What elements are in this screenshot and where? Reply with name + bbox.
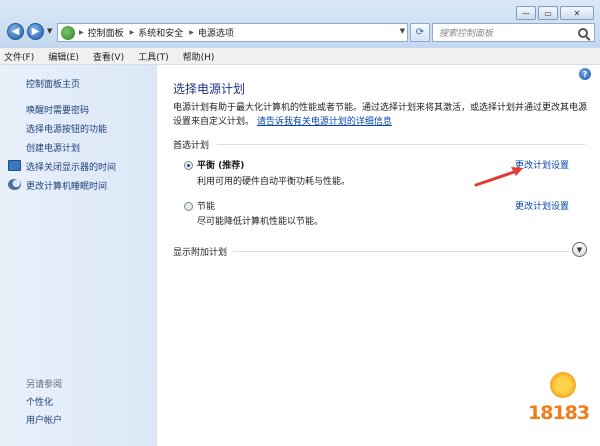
learn-more-link[interactable]: 请告诉我有关电源计划的详细信息 xyxy=(257,117,392,127)
minimize-button[interactable]: — xyxy=(516,6,536,20)
annotation-arrow xyxy=(474,167,523,187)
sidebar-link-display-off[interactable]: 选择关闭显示器的时间 xyxy=(26,160,116,173)
plan-power-saver-settings-link[interactable]: 更改计划设置 xyxy=(515,199,569,212)
plan-balanced-desc: 利用可用的硬件自动平衡功耗与性能。 xyxy=(197,177,351,187)
maximize-button[interactable]: ▭ xyxy=(538,6,558,20)
breadcrumb-system-security[interactable]: 系统和安全 xyxy=(138,26,183,39)
sidebar: 控制面板主页 唤醒时需要密码 选择电源按钮的功能 创建电源计划 选择关闭显示器的… xyxy=(0,65,157,446)
control-panel-icon xyxy=(61,25,75,40)
help-icon[interactable]: ? xyxy=(579,68,591,80)
watermark-logo: 18183 xyxy=(528,372,594,440)
recent-pages-dropdown[interactable]: ▼ xyxy=(47,27,52,35)
page-title: 选择电源计划 xyxy=(173,82,246,96)
menu-file[interactable]: 文件(F) xyxy=(4,50,34,63)
back-button[interactable]: ◀ xyxy=(7,23,24,40)
refresh-button[interactable]: ⟳ xyxy=(410,23,430,42)
window-chrome: — ▭ ✕ ◀ ▶ ▼ ▶ 控制面板 ▶ 系统和安全 ▶ 电源选项 ▼ ⟳ 搜索… xyxy=(0,0,600,48)
watermark-text: 18183 xyxy=(528,402,590,424)
plan-power-saver-radio[interactable] xyxy=(184,202,193,211)
intro-text: 电源计划有助于最大化计算机的性能或者节能。通过选择计划来将其激活，或选择计划并通… xyxy=(173,101,587,129)
menu-help[interactable]: 帮助(H) xyxy=(183,50,215,63)
see-also-heading: 另请参阅 xyxy=(26,380,63,390)
section-divider xyxy=(217,144,585,145)
menu-bar: 文件(F) 编辑(E) 查看(V) 工具(T) 帮助(H) xyxy=(0,48,600,65)
moon-icon xyxy=(8,179,21,190)
menu-tools[interactable]: 工具(T) xyxy=(138,50,169,63)
search-input[interactable]: 搜索控制面板 xyxy=(439,26,578,39)
search-box[interactable]: 搜索控制面板 xyxy=(432,23,595,42)
menu-edit[interactable]: 编辑(E) xyxy=(48,50,79,63)
preferred-plans-heading: 首选计划 xyxy=(173,141,210,151)
address-dropdown-icon[interactable]: ▼ xyxy=(400,27,405,35)
sidebar-link-sleep[interactable]: 更改计算机睡眠时间 xyxy=(26,179,107,192)
sidebar-link-create-plan[interactable]: 创建电源计划 xyxy=(26,141,80,154)
breadcrumb-separator-icon[interactable]: ▶ xyxy=(79,29,84,36)
breadcrumb-separator-icon[interactable]: ▶ xyxy=(130,29,135,36)
breadcrumb-power-options[interactable]: 电源选项 xyxy=(198,26,234,39)
sun-icon xyxy=(550,372,576,398)
menu-view[interactable]: 查看(V) xyxy=(93,50,124,63)
close-button[interactable]: ✕ xyxy=(560,6,594,20)
plan-power-saver-name[interactable]: 节能 xyxy=(197,199,215,212)
sidebar-home-link[interactable]: 控制面板主页 xyxy=(26,77,80,90)
breadcrumb-separator-icon[interactable]: ▶ xyxy=(189,29,194,36)
sidebar-link-user-accounts[interactable]: 用户帐户 xyxy=(26,413,62,426)
breadcrumb-control-panel[interactable]: 控制面板 xyxy=(88,26,124,39)
sidebar-link-wake-password[interactable]: 唤醒时需要密码 xyxy=(26,103,89,116)
plan-power-saver-desc: 尽可能降低计算机性能以节能。 xyxy=(197,217,324,227)
window-controls: — ▭ ✕ xyxy=(516,6,594,20)
address-bar[interactable]: ▶ 控制面板 ▶ 系统和安全 ▶ 电源选项 ▼ xyxy=(57,23,408,42)
additional-plans-divider xyxy=(233,251,569,252)
expand-chevron-icon[interactable]: ▼ xyxy=(572,242,587,257)
plan-balanced-name[interactable]: 平衡 (推荐) xyxy=(197,158,244,171)
search-icon[interactable] xyxy=(578,27,588,38)
sidebar-link-power-buttons[interactable]: 选择电源按钮的功能 xyxy=(26,122,107,135)
show-additional-plans-label[interactable]: 显示附加计划 xyxy=(173,245,227,258)
sidebar-link-personalization[interactable]: 个性化 xyxy=(26,395,53,408)
monitor-icon xyxy=(8,160,21,171)
forward-button[interactable]: ▶ xyxy=(27,23,44,40)
plan-balanced-radio[interactable] xyxy=(184,161,193,170)
